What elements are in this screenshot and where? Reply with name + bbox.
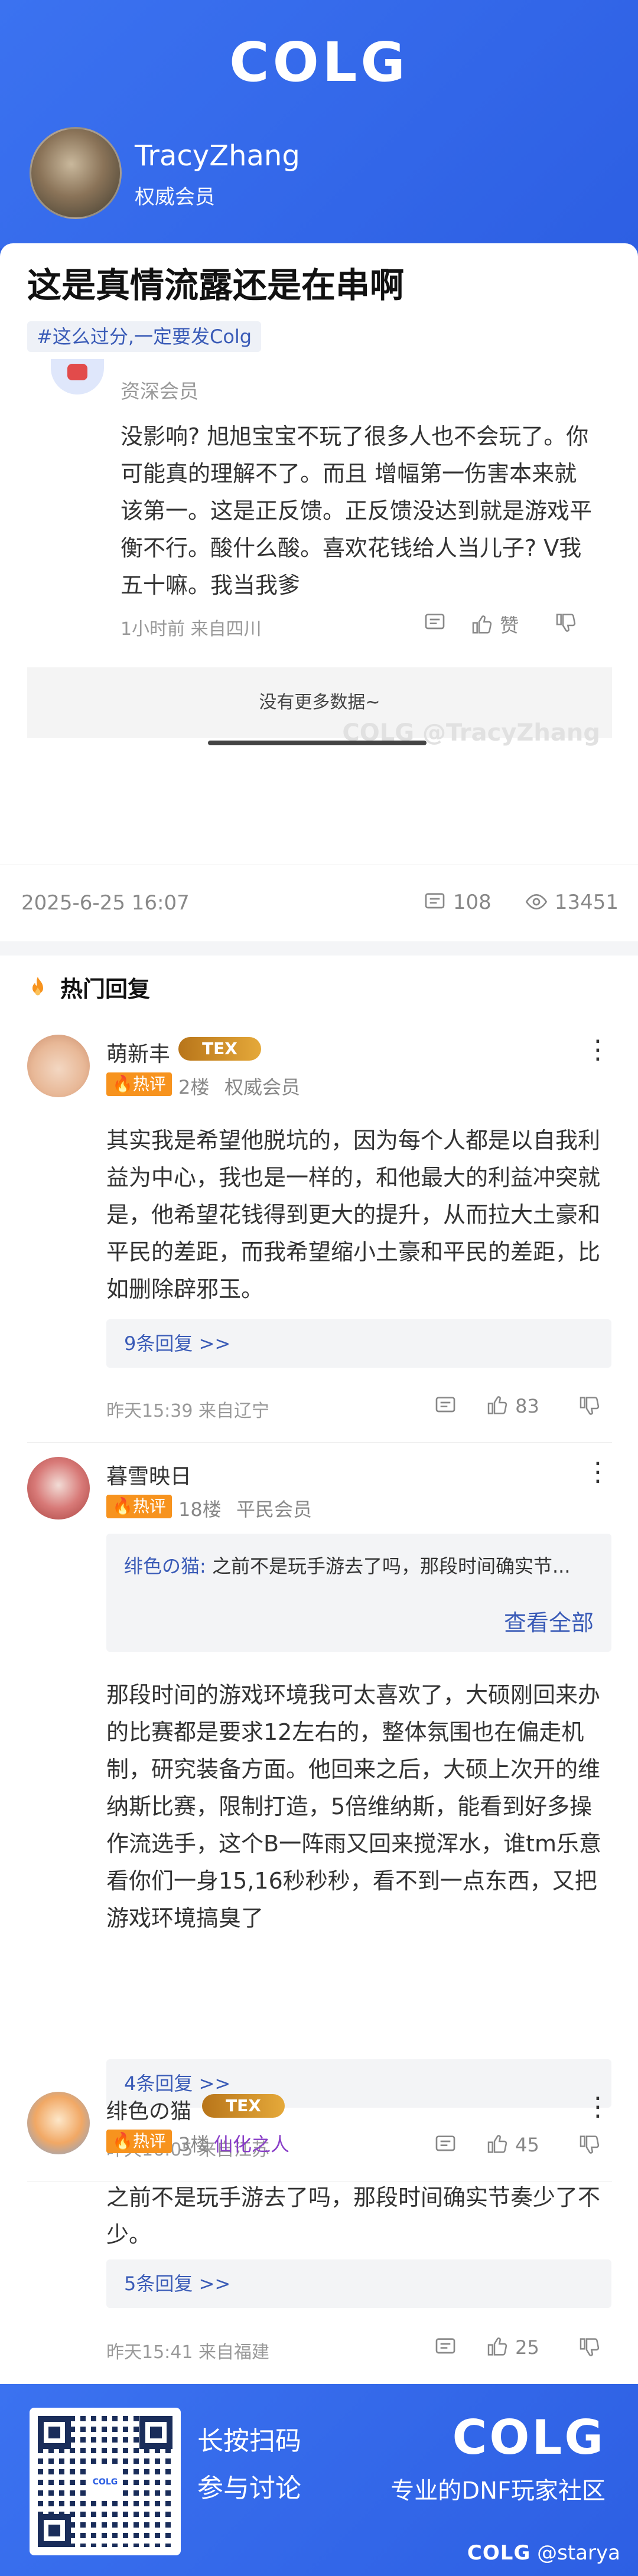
quoted-user[interactable]: 绯色の猫: (124, 1555, 206, 1577)
author-role: 权威会员 (135, 185, 215, 209)
floor-number: 18楼 (178, 1498, 222, 1521)
commenter-name[interactable]: 绯色の猫 (106, 2094, 191, 2125)
view-all-link[interactable]: 查看全部 (504, 1605, 594, 1637)
floor-number: 2楼 (178, 1076, 210, 1098)
more-options-icon[interactable]: ⋮ (585, 2094, 611, 2120)
embedded-reply-text: 没影响? 旭旭宝宝不玩了很多人也不会玩了。你可能真的理解不了。而且 增幅第一伤害… (121, 423, 593, 598)
thumbs-up-icon (487, 2337, 507, 2356)
commenter-avatar[interactable] (27, 1457, 90, 1519)
eye-icon (525, 894, 548, 910)
embedded-reply-meta: 1小时前 来自四川 (121, 619, 262, 640)
view-replies-link[interactable]: 5条回复 >> (106, 2259, 611, 2308)
comment-separator (27, 1442, 612, 1443)
author-name[interactable]: TracyZhang (135, 139, 300, 172)
thumbs-down-icon[interactable] (578, 2335, 601, 2359)
hot-comment-tag: 🔥热评 (106, 1495, 172, 1518)
member-level: 权威会员 (224, 1076, 301, 1098)
join-discussion: 参与讨论 (197, 2473, 301, 2503)
floor-number: 3楼 (178, 2133, 210, 2156)
comment-text: 那段时间的游戏环境我可太喜欢了，大硕刚回来办的比赛都是要求12左右的，整体氛围也… (106, 1682, 601, 1931)
qr-code[interactable]: COLG (30, 2408, 181, 2555)
embedded-like: 赞 (470, 611, 519, 638)
commenter-name[interactable]: 萌新丰 (106, 1037, 170, 1068)
profile-header: COLG TracyZhang 权威会员 (0, 0, 638, 248)
comment-meta: 昨天15:41 来自福建 (106, 2342, 269, 2363)
section-divider (0, 941, 638, 956)
qr-center-logo: COLG (90, 2467, 121, 2497)
tex-badge: TEX (178, 1037, 261, 1061)
flame-icon (32, 977, 43, 996)
hot-comment-tag: 🔥热评 (106, 2130, 172, 2153)
commenter-name[interactable]: 暮雪映日 (106, 1459, 191, 1490)
scan-instruction: 长按扫码 (197, 2426, 301, 2456)
comment-icon (425, 893, 445, 909)
more-options-icon[interactable]: ⋮ (585, 1037, 611, 1063)
author-avatar[interactable] (30, 127, 122, 219)
comment-icon (423, 611, 447, 634)
like-button[interactable]: 25 (486, 2335, 539, 2359)
view-count: 13451 (525, 890, 619, 914)
thumbs-up-icon (472, 615, 492, 634)
member-level: 仙化之人 (214, 2133, 290, 2156)
topic-tag[interactable]: #这么过分,一定要发Colg (27, 321, 262, 352)
qr-finder (139, 2416, 172, 2449)
embedded-screenshot: 资深会员 没影响? 旭旭宝宝不玩了很多人也不会玩了。你可能真的理解不了。而且 增… (27, 359, 612, 879)
hot-comment-tag: 🔥热评 (106, 1072, 172, 1096)
footer-watermark: COLG @starya (467, 2541, 620, 2565)
reply-icon[interactable] (434, 1394, 457, 1417)
footer-slogan: 专业的DNF玩家社区 (390, 2477, 606, 2505)
commenter-avatar[interactable] (27, 2092, 90, 2154)
tex-badge: TEX (202, 2094, 285, 2118)
comment-text: 之前不是玩手游去了吗，那段时间确实节奏少了不少。 (106, 2184, 601, 2248)
reply-icon[interactable] (434, 2132, 457, 2156)
member-level: 平民会员 (236, 1498, 313, 1521)
colg-logo: COLG (229, 31, 409, 94)
quoted-text: 绯色の猫: 之前不是玩手游去了吗，那段时间确实节... (124, 1555, 571, 1577)
like-count: 25 (515, 2336, 539, 2359)
thumbs-up-icon (487, 2135, 507, 2153)
qr-finder (38, 2416, 71, 2449)
thumbs-down-icon[interactable] (578, 1394, 601, 1417)
reply-icon[interactable] (434, 2335, 457, 2359)
qr-finder (38, 2514, 71, 2547)
post-title: 这是真情流露还是在串啊 (27, 265, 405, 305)
post-card: 这是真情流露还是在串啊 #这么过分,一定要发Colg 资深会员 没影响? 旭旭宝… (0, 243, 638, 2384)
comment-count[interactable]: 108 (423, 890, 491, 914)
commenter-avatar[interactable] (27, 1035, 90, 1097)
like-button[interactable]: 83 (486, 1394, 539, 1417)
comment-meta: 昨天15:39 来自辽宁 (106, 1401, 269, 1421)
like-count: 45 (515, 2134, 539, 2156)
share-footer: COLG 长按扫码 参与讨论 COLG 专业的DNF玩家社区 COLG @sta… (0, 2384, 638, 2576)
thumbs-down-icon[interactable] (578, 2132, 601, 2156)
view-replies-link[interactable]: 9条回复 >> (106, 1319, 611, 1368)
embedded-member-role: 资深会员 (121, 380, 198, 403)
home-indicator (208, 741, 427, 745)
hot-replies-title: 热门回复 (60, 976, 151, 1002)
quoted-reply[interactable]: 绯色の猫: 之前不是玩手游去了吗，那段时间确实节... 查看全部 (106, 1534, 611, 1652)
post-date: 2025-6-25 16:07 (21, 891, 190, 915)
embedded-avatar (51, 359, 104, 394)
like-count: 83 (515, 1395, 539, 1417)
thumbs-down-icon (554, 611, 578, 634)
more-options-icon[interactable]: ⋮ (585, 1459, 611, 1485)
comment-text: 其实我是希望他脱坑的，因为每个人都是以自我利益为中心，我也是一样的，和他最大的利… (106, 1127, 601, 1302)
thumbs-up-icon (487, 1396, 507, 1414)
post-stats: 2025-6-25 16:07 108 13451 (0, 865, 638, 941)
like-button[interactable]: 45 (486, 2132, 539, 2156)
footer-logo: COLG (452, 2410, 606, 2465)
